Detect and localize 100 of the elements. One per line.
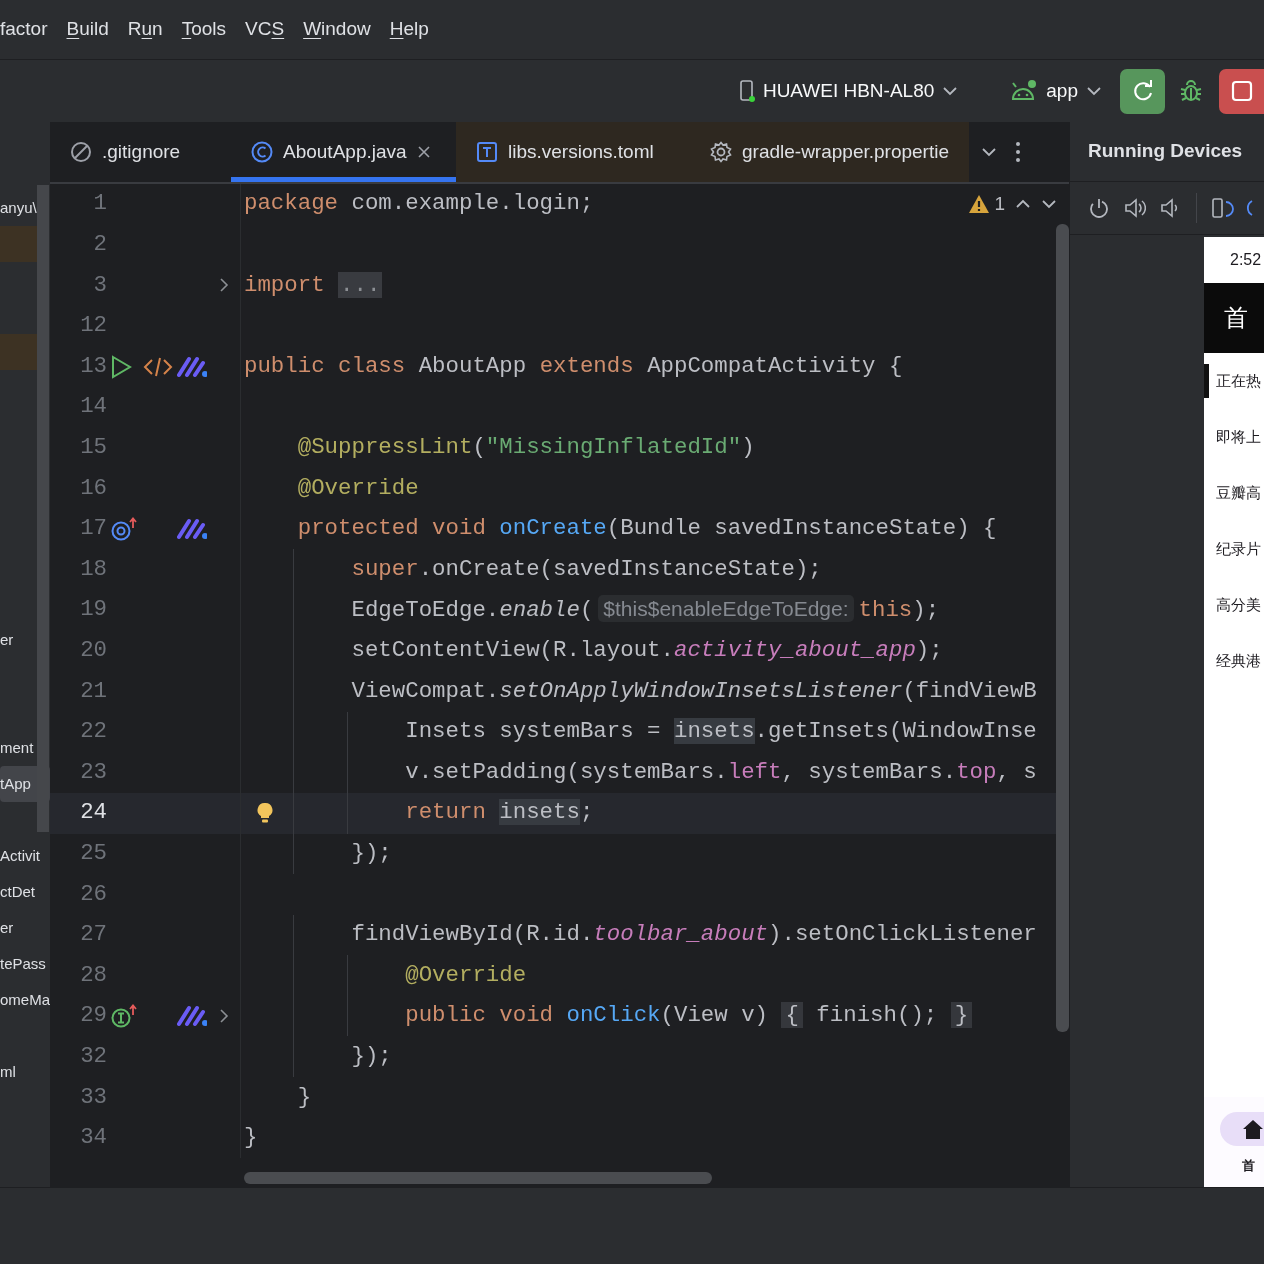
code-line: public class AboutApp extends AppCompatActivity { — [244, 351, 903, 381]
editor-tab[interactable]: AboutApp.java — [231, 122, 456, 182]
stop-icon — [1230, 80, 1253, 102]
rerun-button[interactable] — [1120, 68, 1165, 114]
tree-item[interactable]: Activit — [0, 844, 40, 868]
menu-item[interactable]: Run — [127, 15, 163, 44]
tree-item[interactable]: anyu\ — [0, 196, 37, 220]
code-line: public void onClick(View v) { finish(); } — [244, 999, 973, 1033]
code-line: import ... — [244, 270, 383, 300]
tree-item[interactable]: tePass — [0, 952, 46, 976]
line-number: 2 — [92, 230, 107, 260]
code-line: Insets systemBars = insets.getInsets(WindowInse — [404, 717, 1037, 747]
rerun-icon — [1131, 80, 1154, 102]
rotate-icon — [1245, 197, 1253, 219]
class-icon — [251, 141, 273, 163]
tree-item[interactable]: ml — [0, 1060, 16, 1084]
override-icon[interactable] — [110, 517, 138, 542]
android-icon — [1010, 79, 1039, 103]
category-item[interactable]: 正在热 — [1216, 369, 1261, 393]
chevron-down-icon — [1086, 86, 1102, 96]
line-number: 25 — [79, 839, 107, 868]
slash-marks-icon[interactable] — [177, 1004, 207, 1029]
debug-button[interactable] — [1179, 79, 1203, 103]
editor-tab[interactable]: gradle-wrapper.propertie — [690, 122, 969, 182]
line-number: 16 — [79, 473, 107, 503]
menu-item[interactable]: VCS — [245, 15, 285, 44]
line-number: 34 — [79, 1123, 107, 1153]
line-number: 27 — [79, 920, 107, 950]
tree-item[interactable]: er — [0, 916, 14, 940]
tree-item[interactable]: er — [0, 628, 14, 652]
tab-list-button[interactable] — [981, 147, 997, 157]
category-item[interactable]: 豆瓣高 — [1216, 481, 1261, 505]
run-config-selector[interactable]: app — [1010, 76, 1102, 106]
warning-count[interactable]: 1 — [968, 190, 1005, 219]
slash-marks-icon[interactable] — [177, 517, 207, 542]
line-number: 26 — [79, 879, 107, 909]
home-icon — [1242, 1118, 1264, 1140]
line-number: 17 — [79, 514, 107, 544]
line-number: 22 — [79, 717, 107, 747]
stop-button[interactable] — [1219, 68, 1264, 114]
line-number: 28 — [79, 960, 107, 990]
line-number: 33 — [79, 1082, 107, 1112]
next-button[interactable] — [1041, 199, 1057, 210]
line-number: 20 — [79, 636, 107, 665]
nav-label[interactable]: 首 — [1242, 1156, 1255, 1176]
category-item[interactable]: 即将上 — [1216, 425, 1261, 449]
volume-up-button[interactable] — [1124, 197, 1146, 219]
chevron-down-icon — [1041, 199, 1057, 210]
scrollbar[interactable] — [37, 185, 49, 832]
code-line: super.onCreate(savedInstanceState); — [350, 554, 822, 584]
code-line: v.setPadding(systemBars.left, systemBars.top, s — [404, 757, 1037, 787]
menu-item[interactable]: Help — [389, 15, 429, 44]
code-line: }); — [350, 1041, 392, 1071]
editor-tab[interactable]: libs.versions.toml — [456, 122, 690, 182]
line-number: 32 — [79, 1041, 107, 1071]
category-item[interactable]: 高分美 — [1216, 593, 1261, 617]
line-number: 24 — [79, 798, 107, 828]
tree-item[interactable]: ctDet — [0, 880, 35, 904]
editor-tab[interactable]: .gitignore — [50, 122, 231, 182]
menu-item[interactable]: Tools — [181, 15, 227, 44]
code-line: findViewById(R.id.toolbar_about).setOnClickListener — [350, 920, 1037, 950]
category-item[interactable]: 经典港 — [1216, 649, 1261, 673]
chevron-down-icon — [942, 86, 959, 96]
tree-item[interactable]: omeMa — [0, 988, 50, 1012]
menu-item[interactable]: Build — [66, 15, 109, 44]
scrollbar[interactable] — [244, 1172, 712, 1184]
power-button[interactable] — [1088, 197, 1110, 219]
more-icon — [1015, 141, 1021, 163]
previous-button[interactable] — [1015, 199, 1031, 210]
code-line: return insets; — [404, 798, 594, 828]
nav-item-pill[interactable] — [1220, 1112, 1264, 1146]
rotate-left-button[interactable] — [1211, 197, 1235, 219]
tree-item[interactable]: ment — [0, 736, 34, 760]
fold-chevron-icon[interactable] — [219, 277, 229, 294]
category-item[interactable]: 纪录片 — [1216, 537, 1261, 561]
code-line: } — [296, 1082, 312, 1112]
slash-marks-icon[interactable] — [177, 354, 207, 379]
light-bulb-icon[interactable] — [257, 801, 273, 824]
device-selector[interactable]: HUAWEI HBN-AL80 — [738, 76, 959, 106]
scrollbar[interactable] — [1056, 224, 1069, 1032]
menu-item[interactable]: factor — [0, 15, 48, 44]
line-number: 13 — [79, 351, 107, 381]
line-number: 23 — [79, 757, 107, 787]
more-button[interactable] — [1015, 141, 1021, 163]
power-icon — [1088, 197, 1110, 219]
volume-up-icon — [1124, 197, 1146, 219]
menu-item[interactable]: Window — [303, 15, 371, 44]
toml-file-icon — [476, 141, 498, 163]
fold-chevron-icon[interactable] — [219, 1008, 229, 1025]
chevron-up-icon — [1015, 199, 1031, 210]
code-line: EdgeToEdge.enable( $this$enableEdgeToEdge: this); — [350, 593, 940, 625]
rotate-icon — [1211, 197, 1235, 219]
line-number: 14 — [79, 392, 107, 422]
line-number: 29 — [79, 1001, 107, 1031]
close-icon — [416, 145, 431, 159]
rotate-right-button[interactable] — [1245, 197, 1253, 219]
implement-icon[interactable] — [110, 1004, 138, 1029]
chevron-down-icon — [981, 147, 997, 157]
gear-icon — [710, 141, 732, 163]
bug-icon — [1179, 79, 1203, 103]
